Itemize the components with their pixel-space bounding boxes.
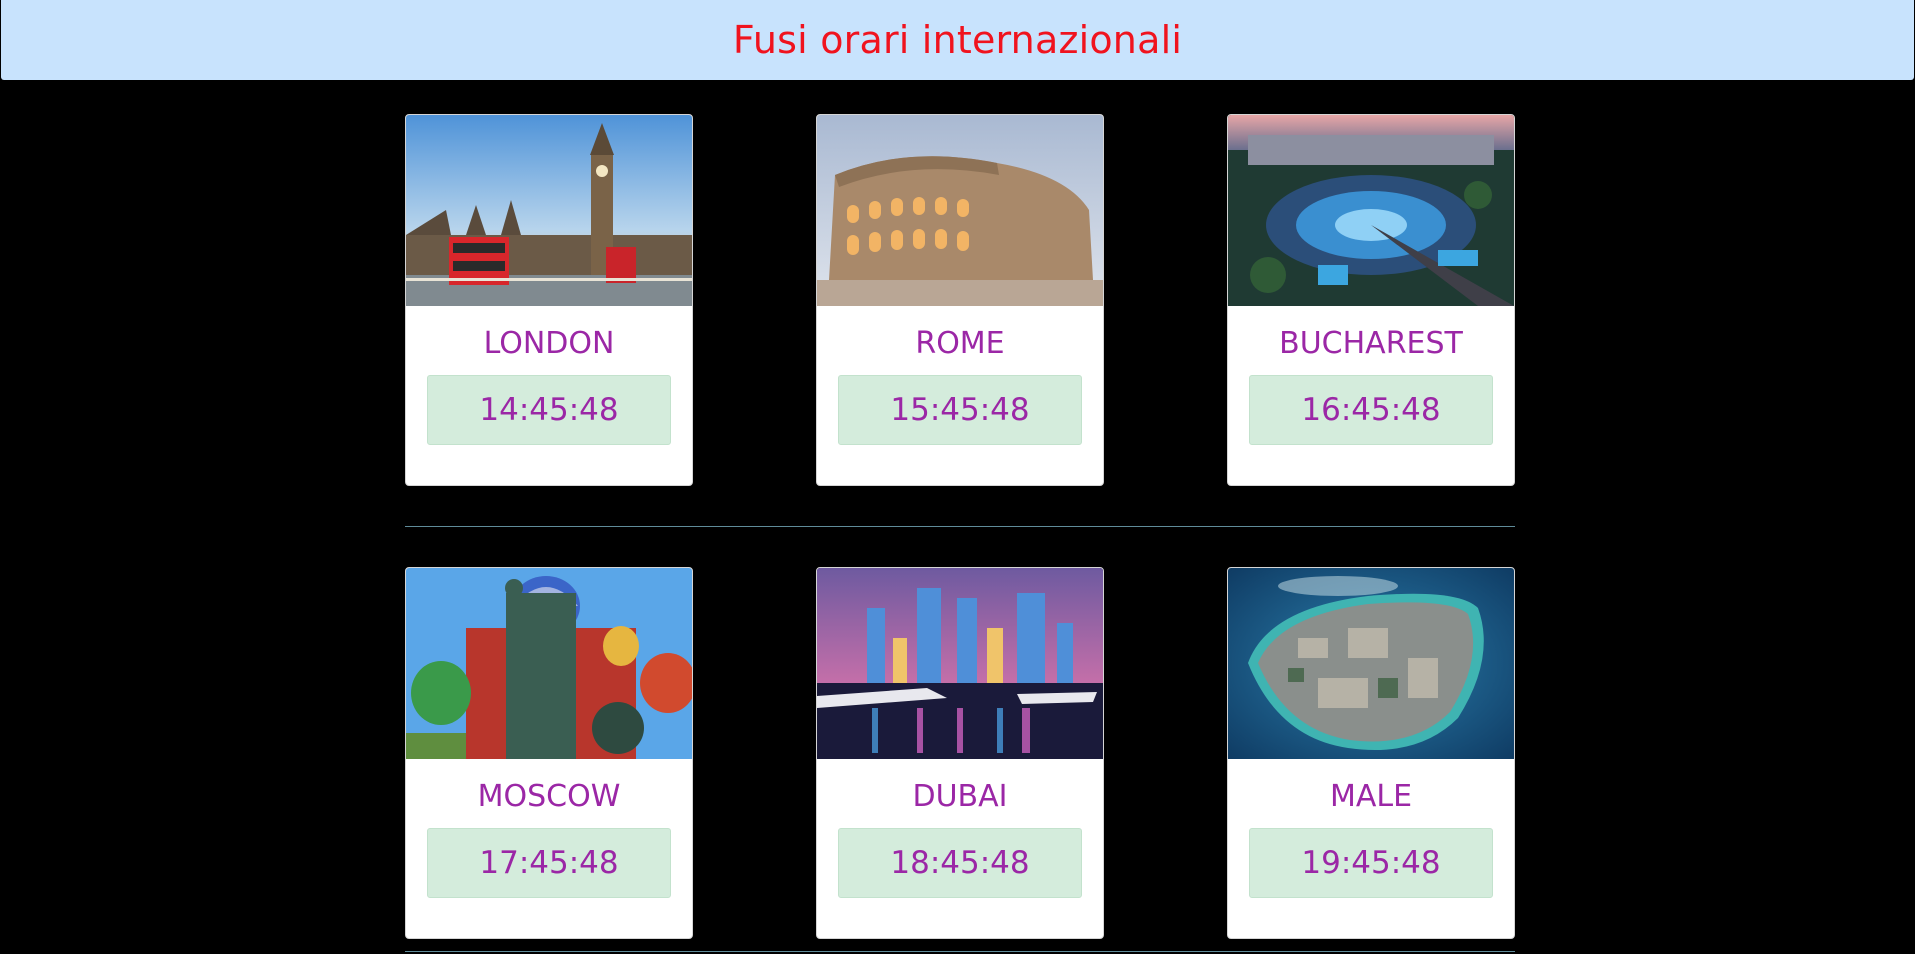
city-card-rome: ROME 15:45:48 [816, 114, 1104, 486]
city-card-moscow: MOSCOW 17:45:48 [405, 567, 693, 939]
city-name: LONDON [483, 326, 615, 361]
city-time: 19:45:48 [1249, 828, 1493, 898]
city-card-bucharest: BUCHAREST 16:45:48 [1227, 114, 1515, 486]
big-ben-photo [406, 115, 692, 306]
row-divider-bottom [405, 951, 1515, 952]
city-name: BUCHAREST [1279, 326, 1463, 361]
city-time: 14:45:48 [427, 375, 671, 445]
city-name: MALE [1329, 779, 1413, 814]
city-row: LONDON 14:45:48 ROME 15:45:48 BUCHAREST … [405, 114, 1515, 486]
city-card-male: MALE 19:45:48 [1227, 567, 1515, 939]
city-time: 17:45:48 [427, 828, 671, 898]
city-name: DUBAI [912, 779, 1008, 814]
bucharest-square-photo [1228, 115, 1514, 306]
city-card-dubai: DUBAI 18:45:48 [816, 567, 1104, 939]
city-name: ROME [915, 326, 1005, 361]
city-time: 15:45:48 [838, 375, 1082, 445]
city-row: MOSCOW 17:45:48 DUBAI 18:45:48 MALE 19:4… [405, 567, 1515, 939]
dubai-marina-photo [817, 568, 1103, 759]
city-card-london: LONDON 14:45:48 [405, 114, 693, 486]
page-header: Fusi orari internazionali [1, 0, 1914, 80]
city-time: 16:45:48 [1249, 375, 1493, 445]
st-basils-cathedral-photo [406, 568, 692, 759]
colosseum-photo [817, 115, 1103, 306]
male-island-photo [1228, 568, 1514, 759]
row-divider [405, 526, 1515, 527]
page-title: Fusi orari internazionali [732, 18, 1183, 62]
city-name: MOSCOW [477, 779, 621, 814]
city-time: 18:45:48 [838, 828, 1082, 898]
city-grid: LONDON 14:45:48 ROME 15:45:48 BUCHAREST … [405, 114, 1515, 939]
